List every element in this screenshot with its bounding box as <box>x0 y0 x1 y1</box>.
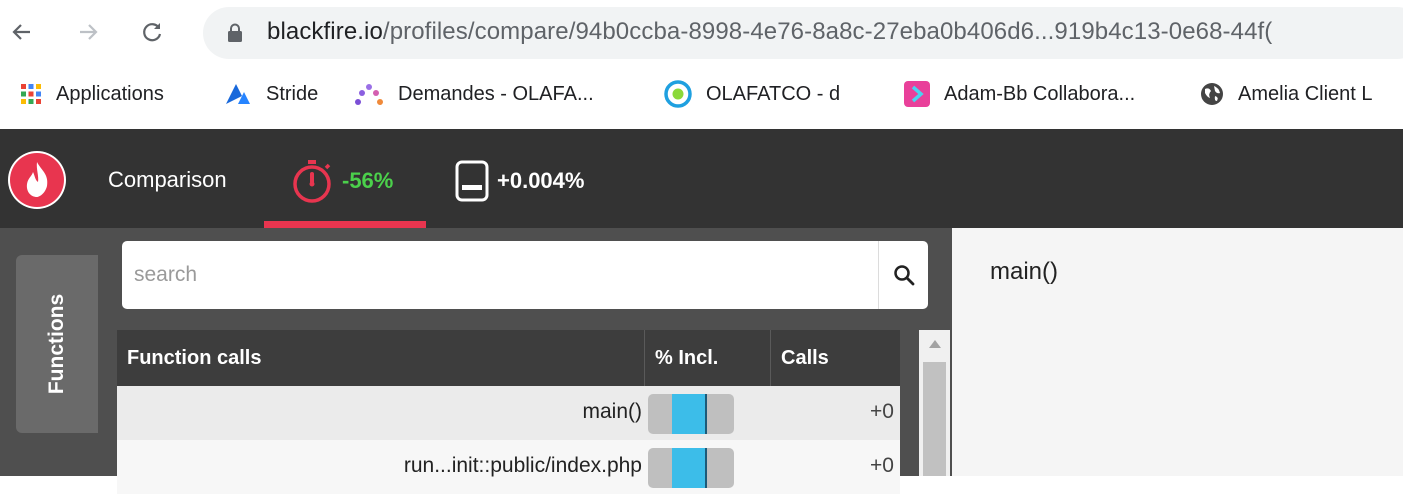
incl-bar <box>648 448 734 488</box>
arrow-right-icon <box>80 24 98 40</box>
incl-bar <box>648 394 734 434</box>
flame-icon <box>10 153 64 207</box>
column-header-incl[interactable]: % Incl. <box>645 330 770 386</box>
page-title[interactable]: Comparison <box>108 167 227 193</box>
address-bar[interactable]: blackfire.io/profiles/compare/94b0ccba-8… <box>203 7 1403 59</box>
bookmark-label: OLAFATCO - d <box>706 82 841 105</box>
bookmark-label: Adam-Bb Collabora... <box>944 82 1136 105</box>
stopwatch-icon <box>293 160 331 203</box>
forward-button[interactable] <box>70 14 106 50</box>
url-text: blackfire.io/profiles/compare/94b0ccba-8… <box>267 18 1272 46</box>
scrollbar-thumb[interactable] <box>923 362 946 476</box>
bookmark-applications[interactable]: Applications <box>20 79 164 109</box>
side-tab-label: Functions <box>45 293 68 395</box>
back-button[interactable] <box>4 14 40 50</box>
search-button[interactable] <box>878 241 929 309</box>
wall-time-delta: -56% <box>342 168 394 193</box>
browser-toolbar: blackfire.io/profiles/compare/94b0ccba-8… <box>0 0 1403 64</box>
memory-icon <box>455 160 489 202</box>
url-path: /profiles/compare/94b0ccba-8998-4e76-8a8… <box>382 18 1273 45</box>
incl-bar-fill <box>672 394 706 434</box>
column-header-function-calls[interactable]: Function calls <box>117 330 645 386</box>
bookmark-collabora[interactable]: Adam-Bb Collabora... <box>904 79 1135 109</box>
bookmark-demandes[interactable]: Demandes - OLAFA... <box>354 79 594 109</box>
calls-delta: +0 <box>870 400 894 423</box>
bookmark-label: Amelia Client L <box>1238 82 1373 105</box>
bookmark-olafatco[interactable]: OLAFATCO - d <box>664 79 840 109</box>
scroll-up-button[interactable] <box>919 334 950 354</box>
blackfire-logo[interactable] <box>8 151 66 209</box>
detail-title: main() <box>990 258 1059 285</box>
active-tab-indicator <box>264 221 426 228</box>
bookmark-label: Demandes - OLAFA... <box>398 82 594 105</box>
bookmark-stride[interactable]: Stride <box>224 79 318 109</box>
bookmark-label: Applications <box>56 82 164 105</box>
reload-button[interactable] <box>134 14 170 50</box>
reload-icon <box>143 23 162 42</box>
incl-bar-marker <box>705 448 707 488</box>
function-name: run...init::public/index.php <box>403 454 642 477</box>
column-header-calls[interactable]: Calls <box>771 330 900 386</box>
search-input[interactable] <box>122 241 878 309</box>
globe-icon <box>1201 83 1223 105</box>
apps-grid-icon <box>21 84 41 104</box>
lock-icon <box>228 23 242 42</box>
collabora-icon <box>904 81 930 107</box>
search-icon <box>894 265 915 286</box>
bookmarks-bar: Applications Stride Demandes - OLAFA... … <box>0 66 1403 122</box>
bookmark-amelia[interactable]: Amelia Client L <box>1200 79 1373 109</box>
incl-bar-marker <box>705 394 707 434</box>
olafatco-icon <box>664 80 692 108</box>
incl-bar-fill <box>672 448 706 488</box>
calls-delta: +0 <box>870 454 894 477</box>
tab-wall-time[interactable]: -56% <box>290 157 393 205</box>
triangle-up-icon <box>928 340 941 348</box>
bookmark-label: Stride <box>266 82 319 105</box>
arrow-left-icon <box>12 24 30 40</box>
table-row[interactable]: main() +0 <box>117 386 900 440</box>
table-row[interactable]: run...init::public/index.php +0 <box>117 440 900 494</box>
memory-delta: +0.004% <box>497 168 585 193</box>
search-box <box>122 241 928 309</box>
app-header: Comparison -56% +0.004% <box>0 129 1403 228</box>
url-domain: blackfire.io <box>267 18 383 45</box>
demandes-icon <box>355 84 383 105</box>
function-name: main() <box>582 400 642 423</box>
stride-icon <box>226 84 250 104</box>
tab-memory[interactable]: +0.004% <box>455 157 584 205</box>
